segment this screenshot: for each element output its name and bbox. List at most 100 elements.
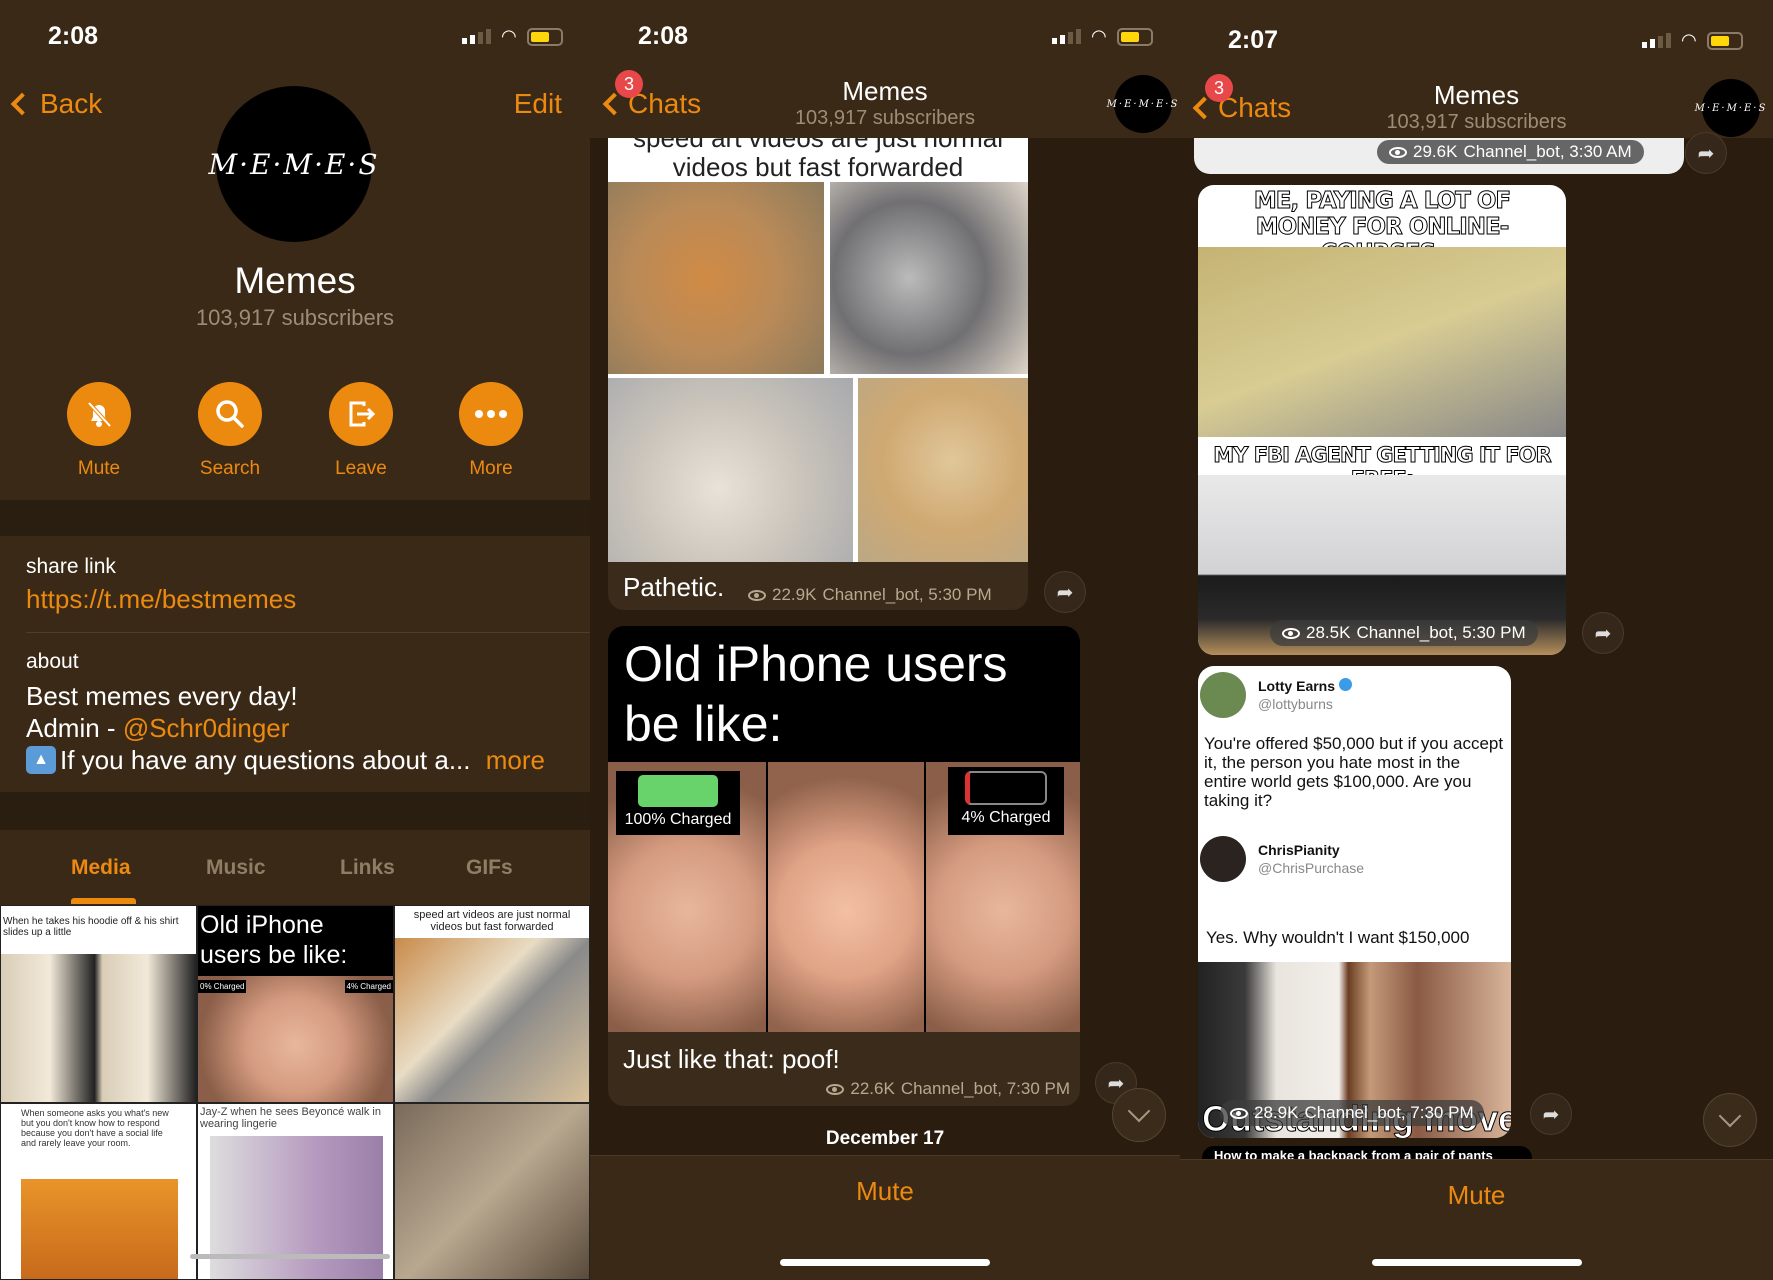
wifi-icon: ◠ [1091,26,1107,46]
tab-gifs[interactable]: GIFs [466,856,513,880]
more-link[interactable]: more [486,744,545,776]
thumb-label: 0% Charged [198,980,247,993]
thumb-caption: When someone asks you what's new but you… [21,1108,169,1148]
tab-links[interactable]: Links [340,856,395,880]
signal-icon [1642,33,1671,48]
battery-icon [526,27,563,46]
mute-label: Mute [77,458,121,479]
more-action-button[interactable]: More [441,382,541,480]
edit-button[interactable]: Edit [514,88,562,120]
tweet-user-name: ChrisPianity [1258,842,1340,858]
subscriber-count: 103,917 subscribers [195,305,395,330]
meme-text: videos but fast forwarded [672,152,964,182]
admin-handle-link[interactable]: @Schr0dinger [123,713,290,743]
views-eye-icon [1282,627,1300,639]
chat-title[interactable]: Memes [1180,80,1773,111]
search-label: Search [199,458,261,479]
iphone-meme-image[interactable]: Old iPhone users be like: 100% Charged 4… [608,626,1080,1032]
user-avatar [1200,672,1246,718]
forward-button[interactable]: ➦ [1582,612,1624,654]
wifi-icon: ◠ [1681,30,1697,50]
status-icons: ◠ [1642,30,1743,51]
battery-icon [1116,27,1153,46]
more-icon [459,382,523,446]
message-meta: 29.6K Channel_bot, 3:30 AM [1377,140,1644,164]
subscriber-count: 103,917 subscribers [794,107,976,129]
bottom-bar: Mute [590,1155,1180,1280]
section-gap [0,500,590,536]
author-time: Channel_bot, 5:30 PM [822,585,992,604]
more-label: More [469,458,513,479]
share-link-label: share link [26,555,116,578]
message-meta: 22.6K Channel_bot, 7:30 PM [826,1079,1070,1099]
media-thumb[interactable]: When someone asks you what's new but you… [0,1103,197,1280]
fox-meme-image[interactable]: speed art videos are just normal videos … [608,138,1028,562]
status-time: 2:07 [1228,26,1279,54]
view-count: 22.6K [850,1079,895,1098]
leave-label: Leave [335,458,387,479]
chevron-down-icon [1127,1099,1151,1123]
signal-icon [1052,29,1081,44]
channel-avatar[interactable]: M·E·M·E·S [1695,79,1765,137]
channel-avatar[interactable]: M·E·M·E·S [209,86,378,242]
status-time: 2:08 [48,22,99,50]
bell-slash-icon [67,382,131,446]
battery-full-label: 100% Charged [616,771,740,835]
subscriber-count: 103,917 subscribers [1386,111,1567,133]
status-icons: ◠ [1052,26,1153,47]
about-admin: Admin - @Schr0dinger [26,712,545,744]
author-time: Channel_bot, 7:30 PM [1304,1103,1474,1122]
message-meta: 28.9K Channel_bot, 7:30 PM [1220,1100,1484,1126]
media-thumb[interactable]: Old iPhone users be like: 0% Charged 4% Ch… [197,905,394,1103]
home-indicator [780,1259,990,1266]
tweet-meme-image[interactable]: Lotty Earns @lottyburns You're offered $… [1198,666,1511,1138]
back-label: Back [40,88,103,119]
views-eye-icon [826,1083,845,1095]
share-arrow-icon: ➦ [1594,622,1612,645]
forward-button[interactable]: ➦ [1044,571,1086,613]
thumb-caption: When he takes his hoodie off & his shirt… [3,916,179,938]
media-thumb[interactable] [394,1103,590,1280]
media-thumb[interactable]: When he takes his hoodie off & his shirt… [0,905,197,1103]
mute-action-button[interactable]: Mute [49,382,149,480]
views-eye-icon [1230,1107,1248,1119]
user-name: Lotty Earns [1258,678,1336,694]
battery-text: 100% Charged [624,811,732,828]
view-count: 28.5K [1306,623,1351,642]
view-count: 29.6K [1413,142,1458,161]
about-line-truncated: If you have any questions about a... [60,745,471,775]
tweet-user-name: Lotty Earns [1258,678,1352,694]
media-thumb[interactable]: speed art videos are just normal videos … [394,905,590,1103]
tweet-text: You're offered $50,000 but if you accept… [1204,734,1504,810]
scroll-down-button[interactable] [1703,1093,1757,1147]
channel-chat-screen: 2:08 ◠ Chats 3 Memes 103,917 subscribers… [590,0,1180,1280]
message-meta: 28.5K Channel_bot, 5:30 PM [1270,620,1538,646]
channel-title: Memes [234,260,356,301]
share-link[interactable]: https://t.me/bestmemes [26,584,296,615]
battery-icon [1706,31,1743,50]
channel-avatar[interactable]: M·E·M·E·S [1107,75,1177,133]
forward-button[interactable]: ➦ [1530,1093,1572,1135]
back-button[interactable]: Back [10,88,103,120]
message-caption: Pathetic. [623,572,725,602]
leave-icon [329,382,393,446]
tweet-user-handle: @lottyburns [1258,696,1333,712]
tab-media[interactable]: Media [71,856,131,880]
chat-title[interactable]: Memes [590,76,1180,107]
view-count: 22.9K [772,585,817,604]
tab-music[interactable]: Music [206,856,266,880]
fbi-meme-image[interactable]: ME, PAYING A LOT OF MONEY FOR ONLINE-COU… [1198,185,1566,655]
leave-action-button[interactable]: Leave [311,382,411,480]
verified-icon [1338,678,1352,691]
bottom-bar: Mute [1180,1159,1773,1280]
scrollbar[interactable] [190,1254,390,1259]
mute-button[interactable]: Mute [590,1176,1180,1207]
forward-button[interactable]: ➦ [1685,132,1727,174]
search-action-button[interactable]: Search [180,382,280,480]
author-time: Channel_bot, 3:30 AM [1463,142,1632,161]
views-eye-icon [1389,146,1407,158]
mute-button[interactable]: Mute [1180,1180,1773,1211]
thumb-caption: Jay-Z when he sees Beyoncé walk in weari… [200,1106,381,1130]
status-icons: ◠ [462,26,563,47]
user-avatar [1200,836,1246,882]
